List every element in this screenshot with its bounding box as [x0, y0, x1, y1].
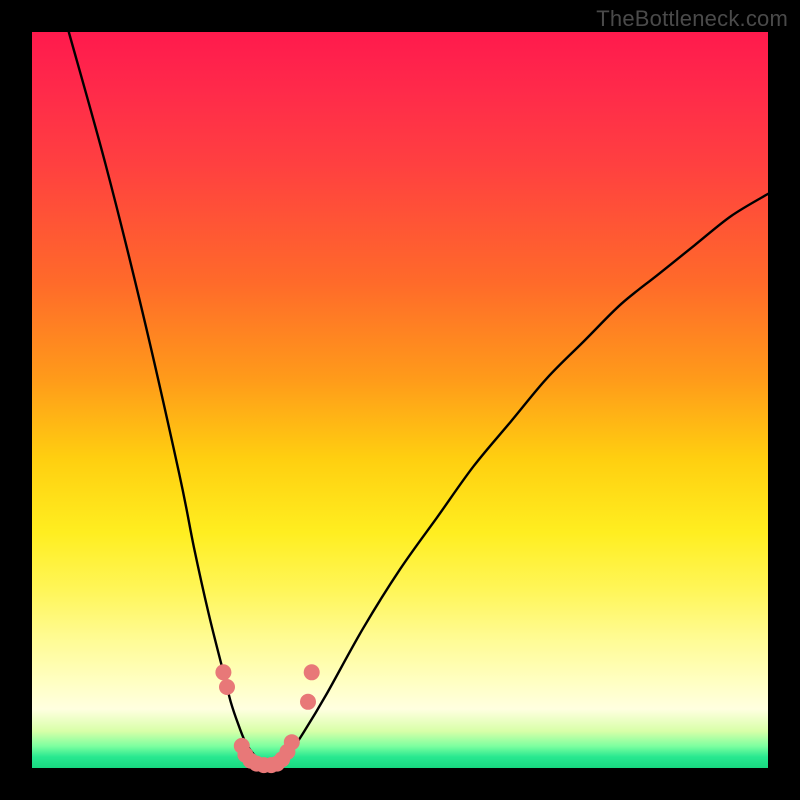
marker-dot: [219, 679, 235, 695]
watermark-text: TheBottleneck.com: [596, 6, 788, 32]
marker-dot: [215, 664, 231, 680]
marker-dot: [304, 664, 320, 680]
marker-dot: [284, 734, 300, 750]
marker-group: [215, 664, 319, 773]
chart-frame: TheBottleneck.com: [0, 0, 800, 800]
chart-plot-area: [32, 32, 768, 768]
marker-dot: [300, 694, 316, 710]
chart-svg: [32, 32, 768, 768]
bottleneck-curve: [69, 32, 768, 765]
